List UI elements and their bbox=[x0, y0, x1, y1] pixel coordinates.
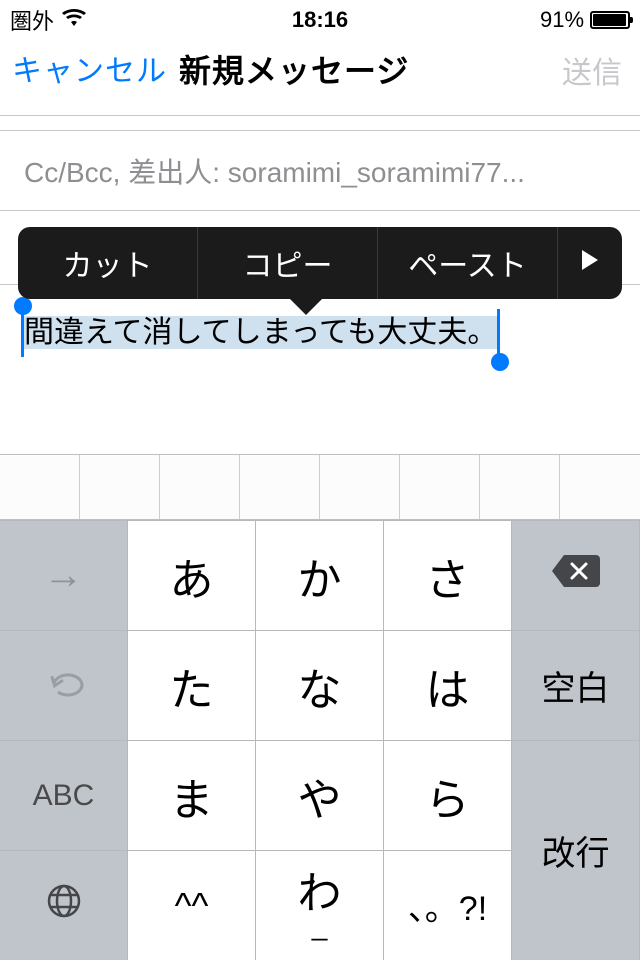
key-a[interactable]: あ bbox=[128, 520, 256, 630]
clock-text: 18:16 bbox=[217, 7, 424, 33]
cancel-button[interactable]: キャンセル bbox=[12, 46, 167, 90]
globe-icon bbox=[44, 881, 84, 931]
candidate-cell[interactable] bbox=[320, 455, 400, 519]
key-punct[interactable]: 、。?! bbox=[384, 850, 512, 960]
candidate-cell[interactable] bbox=[560, 455, 640, 519]
backspace-icon bbox=[550, 553, 602, 599]
battery-icon bbox=[590, 11, 630, 29]
key-next[interactable]: → bbox=[0, 520, 128, 630]
key-ya[interactable]: や bbox=[256, 740, 384, 850]
carrier-text: 圏外 bbox=[10, 4, 54, 36]
wifi-icon bbox=[62, 7, 86, 33]
more-menu-item[interactable] bbox=[558, 227, 622, 299]
candidate-cell[interactable] bbox=[480, 455, 560, 519]
candidate-cell[interactable] bbox=[240, 455, 320, 519]
selection-handle-end[interactable] bbox=[491, 353, 509, 371]
battery-percent-text: 91% bbox=[540, 7, 584, 33]
key-ha[interactable]: は bbox=[384, 630, 512, 740]
key-globe[interactable] bbox=[0, 850, 128, 960]
navbar: キャンセル 新規メッセージ 送信 bbox=[0, 40, 640, 116]
copy-menu-item[interactable]: コピー bbox=[198, 227, 378, 299]
candidate-cell[interactable] bbox=[400, 455, 480, 519]
selected-text: 間違えて消してしまっても大丈夫。 bbox=[22, 316, 499, 349]
triangle-right-icon bbox=[580, 246, 600, 280]
candidate-cell[interactable] bbox=[0, 455, 80, 519]
arrow-right-icon: → bbox=[44, 553, 84, 598]
body-textarea[interactable]: 間違えて消してしまっても大丈夫。 bbox=[22, 309, 499, 357]
key-na[interactable]: な bbox=[256, 630, 384, 740]
selection-handle-start[interactable] bbox=[14, 297, 32, 315]
key-wa[interactable]: わ _ bbox=[256, 850, 384, 960]
key-ra[interactable]: ら bbox=[384, 740, 512, 850]
key-ma[interactable]: ま bbox=[128, 740, 256, 850]
cc-bcc-from-field[interactable]: Cc/Bcc, 差出人: soramimi_soramimi77... bbox=[0, 131, 640, 211]
status-bar: 圏外 18:16 91% bbox=[0, 0, 640, 40]
key-return[interactable]: 改行 bbox=[512, 740, 640, 960]
paste-menu-item[interactable]: ペースト bbox=[378, 227, 558, 299]
candidate-bar[interactable] bbox=[0, 454, 640, 520]
key-ka[interactable]: か bbox=[256, 520, 384, 630]
candidate-cell[interactable] bbox=[80, 455, 160, 519]
keyboard: → あ か さ た な は 空白 ABC ま や ら 改行 ^^ わ _ 、。?… bbox=[0, 520, 640, 960]
key-space[interactable]: 空白 bbox=[512, 630, 640, 740]
cut-menu-item[interactable]: カット bbox=[18, 227, 198, 299]
key-undo[interactable] bbox=[0, 630, 128, 740]
key-ta[interactable]: た bbox=[128, 630, 256, 740]
key-sa[interactable]: さ bbox=[384, 520, 512, 630]
key-abc[interactable]: ABC bbox=[0, 740, 128, 850]
edit-menu: カット コピー ペースト bbox=[18, 227, 622, 299]
cc-from-text: Cc/Bcc, 差出人: soramimi_soramimi77... bbox=[24, 151, 525, 191]
undo-icon bbox=[44, 663, 84, 708]
send-button[interactable]: 送信 bbox=[562, 48, 622, 92]
candidate-cell[interactable] bbox=[160, 455, 240, 519]
key-face[interactable]: ^^ bbox=[128, 850, 256, 960]
key-backspace[interactable] bbox=[512, 520, 640, 630]
page-title: 新規メッセージ bbox=[179, 46, 409, 92]
